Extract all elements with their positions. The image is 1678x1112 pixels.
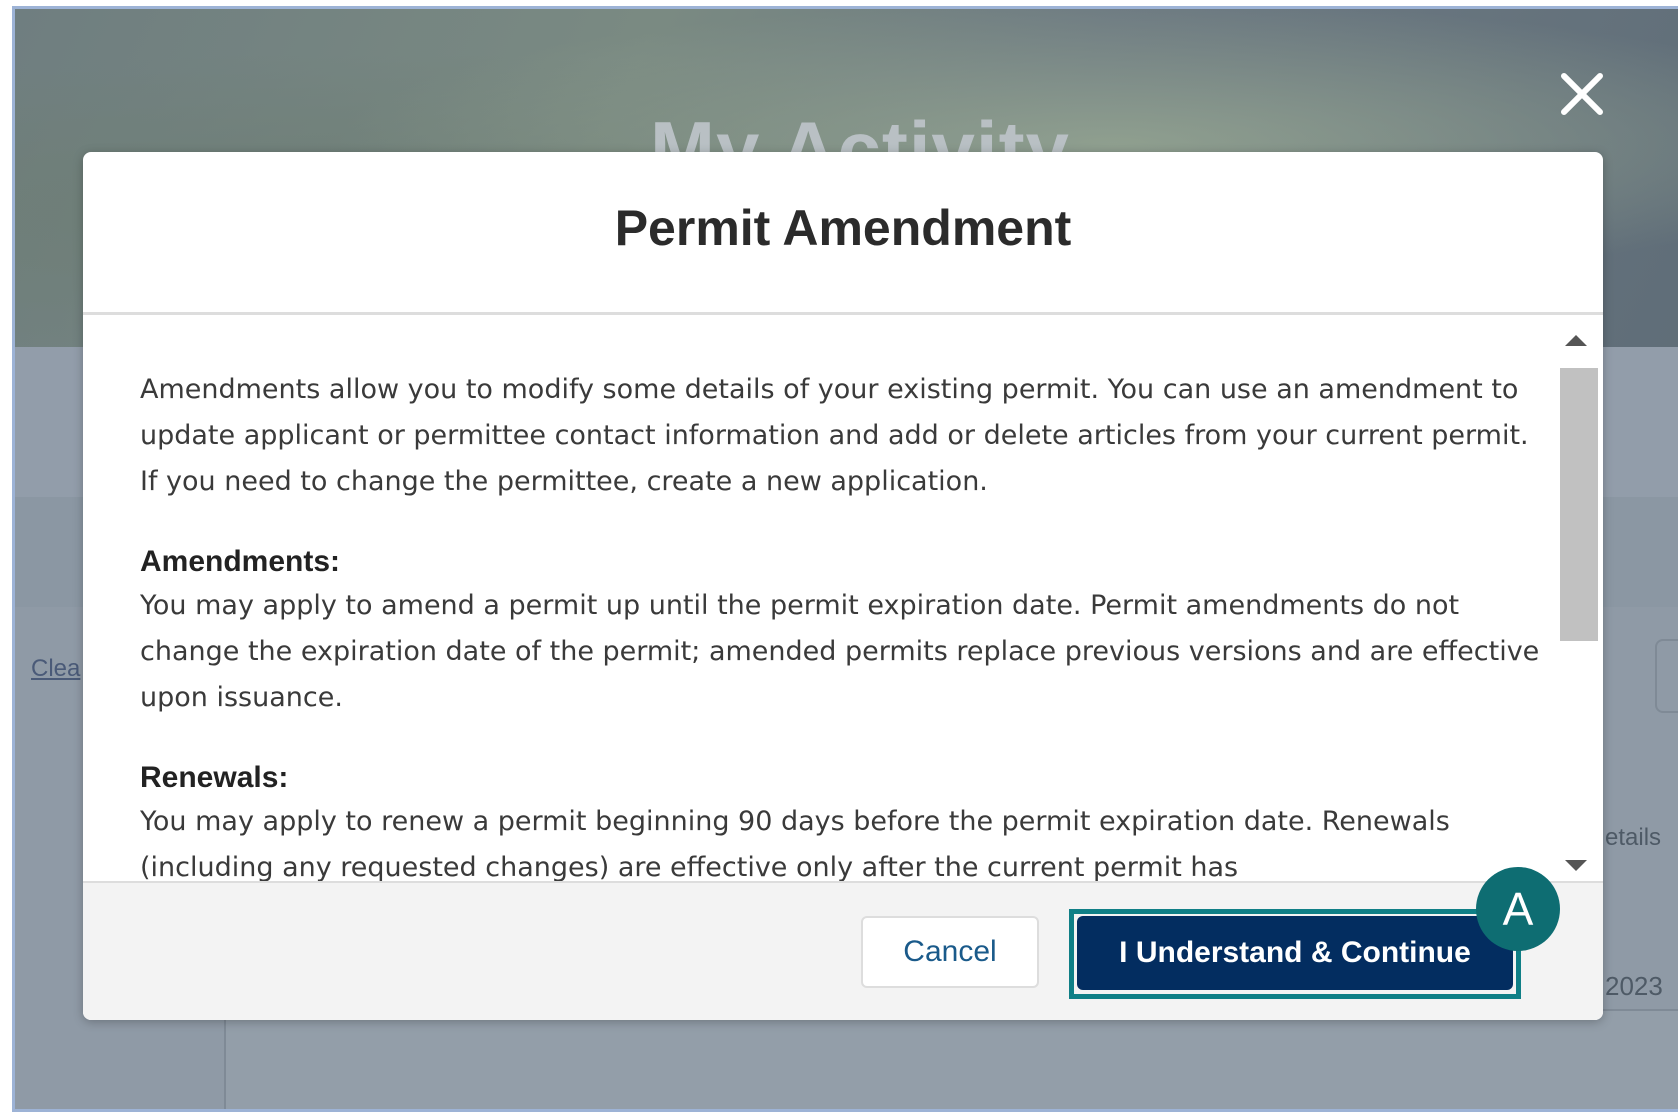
- section-text-amendments: You may apply to amend a permit up until…: [140, 590, 1540, 713]
- modal-body: Amendments allow you to modify some deta…: [83, 315, 1551, 883]
- permit-amendment-modal: Permit Amendment Amendments allow you to…: [83, 152, 1603, 1020]
- intro-paragraph: Amendments allow you to modify some deta…: [140, 374, 1529, 497]
- close-icon[interactable]: [1558, 70, 1606, 118]
- modal-title: Permit Amendment: [614, 200, 1072, 256]
- background-button[interactable]: [1655, 639, 1678, 713]
- details-text: etails: [1605, 824, 1662, 851]
- section-heading-amendments: Amendments:: [140, 545, 341, 578]
- section-heading-renewals: Renewals:: [140, 761, 289, 794]
- annotation-badge: A: [1476, 867, 1560, 951]
- scroll-down-arrow-icon[interactable]: [1565, 860, 1587, 871]
- modal-header: Permit Amendment: [83, 152, 1603, 315]
- scrollbar-thumb[interactable]: [1560, 368, 1598, 641]
- scroll-up-arrow-icon[interactable]: [1565, 335, 1587, 346]
- clear-filters-link[interactable]: Clea: [31, 655, 80, 683]
- understand-continue-button[interactable]: I Understand & Continue: [1077, 916, 1513, 990]
- modal-footer: Cancel I Understand & Continue: [83, 881, 1603, 1020]
- background-card: [224, 1009, 1678, 1109]
- modal-scrollbar[interactable]: [1551, 315, 1603, 883]
- cancel-button[interactable]: Cancel: [861, 916, 1039, 988]
- section-text-renewals: You may apply to renew a permit beginnin…: [140, 806, 1450, 883]
- modal-content: Amendments allow you to modify some deta…: [140, 367, 1540, 883]
- date-text: 2023: [1605, 971, 1663, 1001]
